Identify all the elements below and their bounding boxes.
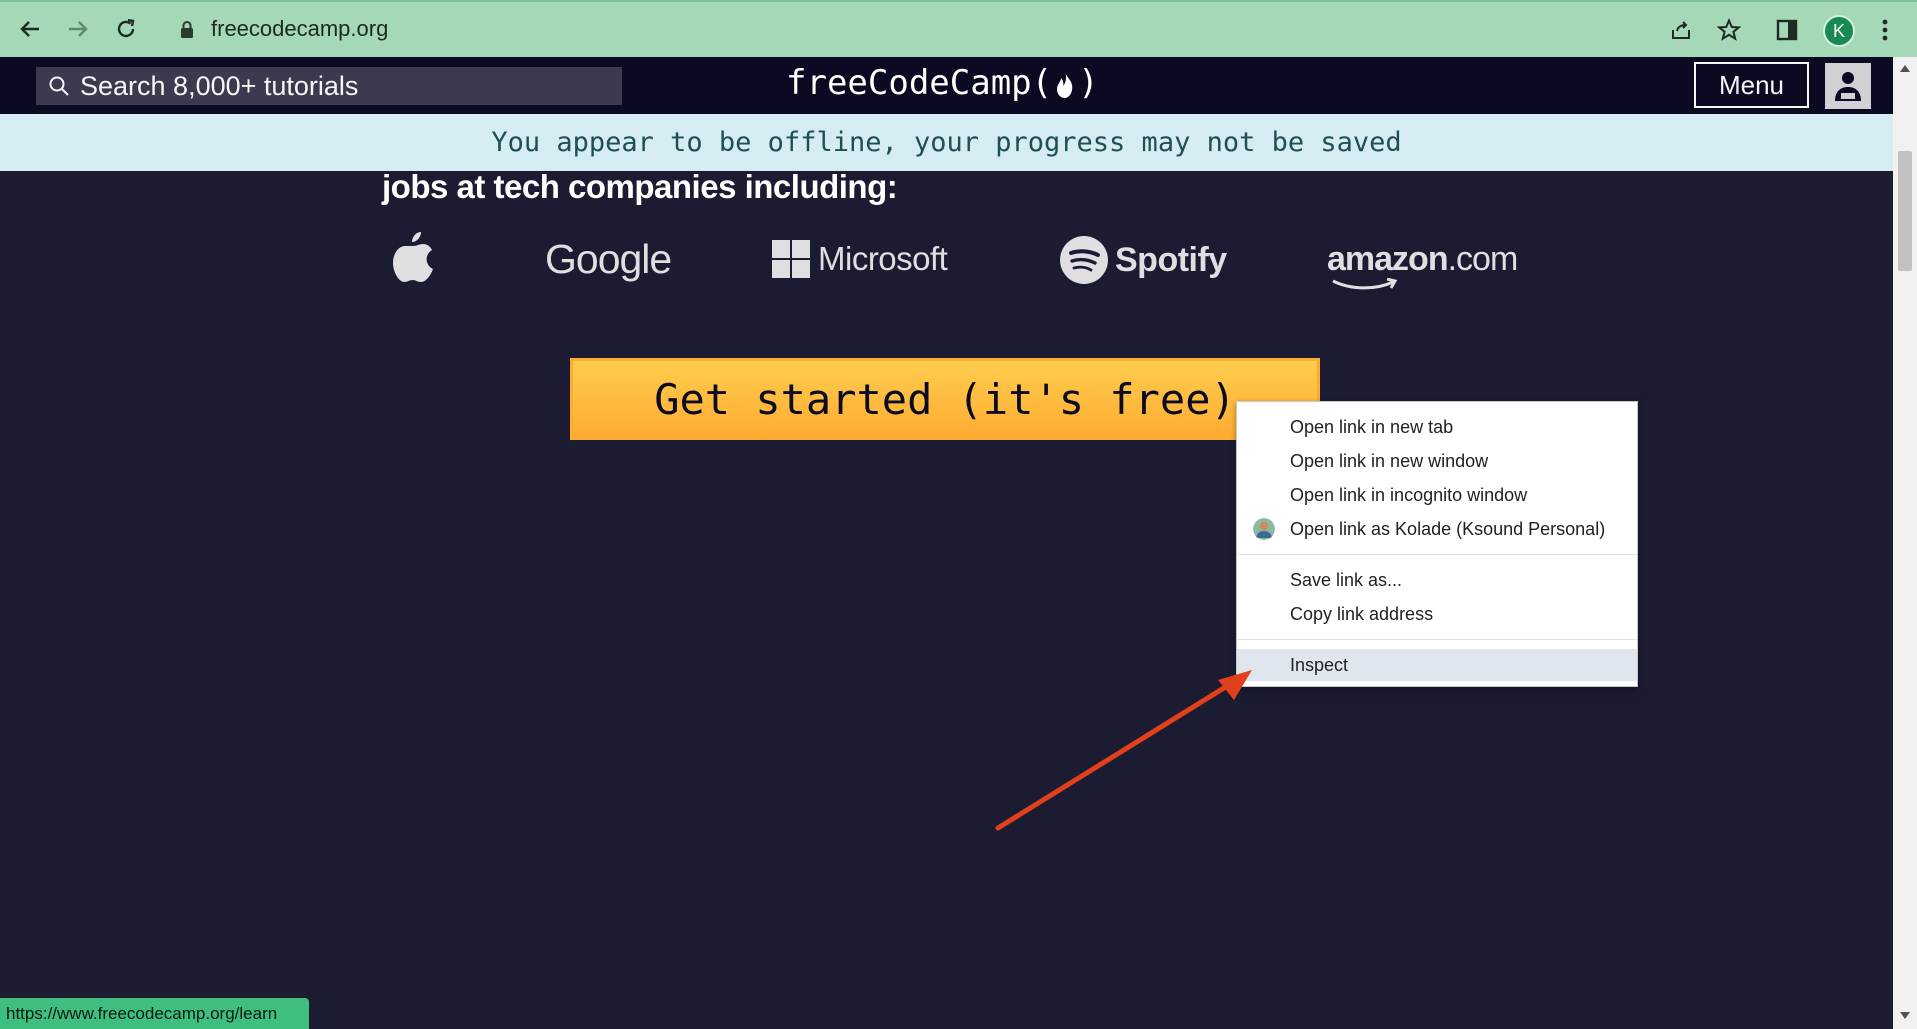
address-bar[interactable] (162, 8, 1757, 52)
google-logo: Google (545, 236, 672, 282)
brand-paren-open: ( (1031, 63, 1053, 103)
microsoft-logo: Microsoft (772, 240, 948, 278)
user-avatar[interactable] (1825, 63, 1871, 109)
camper-avatar-icon (1835, 72, 1861, 101)
share-button[interactable] (1666, 15, 1696, 45)
get-started-button[interactable]: Get started (it's free) (570, 358, 1320, 440)
side-panel-button[interactable] (1772, 15, 1802, 45)
brand-paren-close: ) (1078, 63, 1099, 103)
amazon-text: amazon (1327, 240, 1449, 278)
amazon-logo: amazon.com (1327, 240, 1519, 290)
amazon-suffix: .com (1447, 240, 1519, 278)
star-icon (1717, 18, 1741, 41)
context-menu: Open link in new tab Open link in new wi… (1236, 401, 1638, 687)
browser-menu-button[interactable] (1870, 15, 1900, 45)
lock-icon (181, 21, 193, 38)
arrow-right-icon (69, 21, 88, 37)
kebab-menu-icon (1882, 19, 1888, 41)
bookmark-button[interactable] (1714, 15, 1744, 45)
back-button[interactable] (14, 13, 46, 45)
apple-icon (393, 232, 433, 282)
page-scrollbar[interactable] (1893, 57, 1917, 1029)
menu-button[interactable]: Menu (1694, 62, 1809, 108)
site-navbar: Search 8,000+ tutorials freeCodeCamp() M… (0, 57, 1893, 114)
offline-banner: You appear to be offline, your progress … (0, 114, 1893, 171)
profile-picture-icon (1253, 518, 1275, 540)
status-url-bubble: https://www.freecodecamp.org/learn (0, 998, 309, 1029)
flame-icon (1057, 70, 1073, 98)
search-bar[interactable]: Search 8,000+ tutorials (36, 67, 622, 105)
search-icon (49, 76, 69, 96)
browser-toolbar: freecodecamp.org K (0, 0, 1917, 57)
menu-separator (1237, 639, 1637, 640)
microsoft-text: Microsoft (818, 240, 948, 277)
microsoft-windows-icon (772, 240, 810, 278)
scrollbar-thumb[interactable] (1898, 151, 1912, 271)
menu-item-open-as-profile-label: Open link as Kolade (Ksound Personal) (1290, 518, 1606, 539)
site-logo[interactable]: freeCodeCamp() (786, 63, 1099, 103)
brand-name: freeCodeCamp (786, 63, 1032, 103)
reload-button[interactable] (110, 13, 142, 45)
menu-item-open-new-tab[interactable]: Open link in new tab (1237, 411, 1637, 443)
forward-button[interactable] (62, 13, 94, 45)
share-icon (1672, 21, 1690, 39)
amazon-smile-icon (1332, 278, 1398, 290)
scroll-down-icon[interactable] (1899, 1011, 1911, 1021)
jobs-heading: jobs at tech companies including: (382, 168, 898, 205)
spotify-text: Spotify (1115, 240, 1227, 279)
menu-item-open-new-window[interactable]: Open link in new window (1237, 445, 1637, 477)
side-panel-icon (1776, 19, 1798, 41)
menu-item-copy-link[interactable]: Copy link address (1237, 598, 1637, 630)
apple-logo (390, 230, 436, 289)
arrow-left-icon (20, 21, 39, 37)
menu-item-open-as-profile[interactable]: Open link as Kolade (Ksound Personal) (1237, 513, 1637, 545)
scroll-up-icon[interactable] (1899, 63, 1911, 73)
menu-separator (1237, 554, 1637, 555)
spotify-icon (1060, 236, 1108, 284)
reload-icon (117, 18, 135, 38)
annotation-arrow-icon (995, 670, 1252, 831)
menu-item-save-link[interactable]: Save link as... (1237, 564, 1637, 596)
menu-item-inspect[interactable]: Inspect (1237, 649, 1637, 681)
menu-item-open-incognito[interactable]: Open link in incognito window (1237, 479, 1637, 511)
profile-avatar[interactable]: K (1823, 15, 1855, 47)
search-placeholder: Search 8,000+ tutorials (80, 70, 359, 101)
url-text[interactable]: freecodecamp.org (211, 16, 388, 42)
spotify-logo: Spotify (1059, 235, 1227, 285)
